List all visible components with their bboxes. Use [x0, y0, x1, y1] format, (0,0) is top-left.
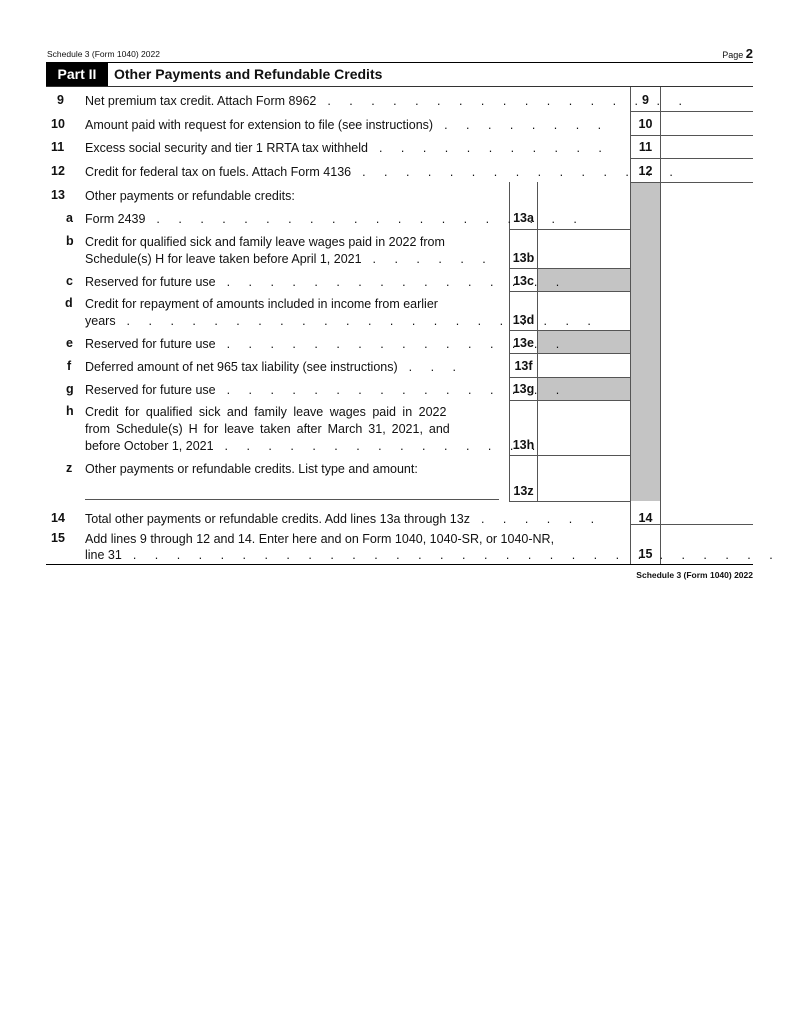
line-14-number: 14 — [51, 511, 65, 525]
line-15-amount-field[interactable] — [661, 525, 753, 563]
line-9-label: Net premium tax credit. Attach Form 8962 — [85, 94, 317, 108]
line-15-box-label: 15 — [638, 547, 653, 561]
line-13z-text: Other payments or refundable credits. Li… — [85, 462, 418, 476]
part-title: Other Payments and Refundable Credits — [114, 66, 383, 82]
line-13z-amount-field[interactable] — [538, 456, 630, 500]
page-number: 2 — [745, 46, 753, 61]
line-11-amount-field[interactable] — [661, 136, 753, 157]
line-13c-text: Reserved for future use . . . . . . . . … — [85, 275, 567, 289]
line-13c-letter: c — [66, 274, 73, 288]
line-10-number: 10 — [51, 117, 65, 131]
line-11-text: Excess social security and tier 1 RRTA t… — [85, 141, 610, 155]
row-divider — [630, 182, 753, 183]
line-13a-letter: a — [66, 211, 73, 225]
line-13z-list-input[interactable] — [85, 480, 499, 500]
line-13b-text-2: Schedule(s) H for leave taken before Apr… — [85, 252, 494, 266]
line-10-amount-field[interactable] — [661, 112, 753, 134]
line-14-amount-field[interactable] — [661, 502, 753, 523]
line-13f-box-label: 13f — [514, 359, 533, 373]
line-13g-text: Reserved for future use . . . . . . . . … — [85, 383, 567, 397]
line-14-text: Total other payments or refundable credi… — [85, 512, 602, 526]
line-9-number: 9 — [57, 93, 64, 107]
line-13f-amount-field[interactable] — [538, 354, 630, 376]
line-15-label-2: line 31 — [85, 548, 122, 562]
line-11-box-label: 11 — [638, 140, 653, 154]
line-10-text: Amount paid with request for extension t… — [85, 118, 609, 132]
line-13a-amount-field[interactable] — [538, 207, 630, 228]
line-13-text: Other payments or refundable credits: — [85, 189, 295, 203]
page-label: Page — [722, 50, 744, 60]
form-id-header: Schedule 3 (Form 1040) 2022 — [47, 49, 160, 59]
shaded-column — [631, 183, 660, 501]
line-12-number: 12 — [51, 164, 65, 178]
line-13-number: 13 — [51, 188, 65, 202]
line-13d-text-1: Credit for repayment of amounts included… — [85, 297, 438, 311]
line-11-number: 11 — [51, 140, 65, 154]
line-13z-box-label: 13z — [513, 484, 534, 498]
sub-row-divider — [509, 501, 630, 502]
part-rule — [46, 86, 753, 87]
line-13h-text-1: Credit for qualified sick and family lea… — [85, 405, 447, 419]
line-14-label: Total other payments or refundable credi… — [85, 512, 470, 526]
line-13a-label: Form 2439 — [85, 212, 146, 226]
line-14-box-label: 14 — [638, 511, 653, 525]
line-12-amount-field[interactable] — [661, 159, 753, 181]
line-13h-amount-field[interactable] — [538, 401, 630, 454]
line-11-label: Excess social security and tier 1 RRTA t… — [85, 141, 368, 155]
line-15-number: 15 — [51, 531, 65, 545]
line-9-box-label: 9 — [642, 93, 649, 107]
line-13g-letter: g — [66, 382, 74, 396]
line-10-box-label: 10 — [638, 117, 653, 131]
line-13b-amount-field[interactable] — [538, 230, 630, 267]
line-13f-label: Deferred amount of net 965 tax liability… — [85, 360, 398, 374]
line-13d-box-label: 13d — [512, 313, 535, 327]
line-13b-box-label: 13b — [512, 251, 535, 265]
line-13z-letter: z — [66, 461, 73, 475]
line-13h-box-label: 13h — [512, 438, 535, 452]
line-13c-box-label: 13c — [513, 274, 534, 288]
line-13e-letter: e — [66, 336, 73, 350]
line-13h-text-3: before October 1, 2021 . . . . . . . . .… — [85, 439, 543, 453]
line-13b-letter: b — [66, 234, 74, 248]
line-10-label: Amount paid with request for extension t… — [85, 118, 434, 132]
line-13d-amount-field[interactable] — [538, 292, 630, 329]
line-9-amount-field[interactable] — [661, 88, 753, 110]
line-13f-letter: f — [67, 359, 72, 373]
line-12-label: Credit for federal tax on fuels. Attach … — [85, 165, 352, 179]
line-9-text: Net premium tax credit. Attach Form 8962… — [85, 94, 690, 108]
line-13f-text: Deferred amount of net 965 tax liability… — [85, 360, 464, 374]
line-13e-box-label: 13e — [513, 336, 534, 350]
line-13e-text: Reserved for future use . . . . . . . . … — [85, 337, 567, 351]
line-12-text: Credit for federal tax on fuels. Attach … — [85, 165, 681, 179]
line-13g-box-label: 13g — [512, 382, 535, 396]
line-12-box-label: 12 — [638, 164, 653, 178]
line-13c-label: Reserved for future use — [85, 275, 216, 289]
form-id-footer: Schedule 3 (Form 1040) 2022 — [636, 570, 753, 580]
line-13b-text-1: Credit for qualified sick and family lea… — [85, 235, 445, 249]
line-13b-label-2: Schedule(s) H for leave taken before Apr… — [85, 252, 362, 266]
page-indicator: Page 2 — [722, 46, 753, 61]
line-13d-label-2: years — [85, 314, 116, 328]
line-13g-label: Reserved for future use — [85, 383, 216, 397]
line-13e-label: Reserved for future use — [85, 337, 216, 351]
line-13h-letter: h — [66, 404, 74, 418]
bottom-rule — [46, 564, 753, 565]
line-13a-box-label: 13a — [513, 211, 534, 225]
line-13d-letter: d — [65, 296, 73, 310]
line-13h-label-3: before October 1, 2021 — [85, 439, 214, 453]
line-13h-text-2: from Schedule(s) H for leave taken after… — [85, 422, 450, 436]
part-tag: Part II — [46, 63, 108, 86]
